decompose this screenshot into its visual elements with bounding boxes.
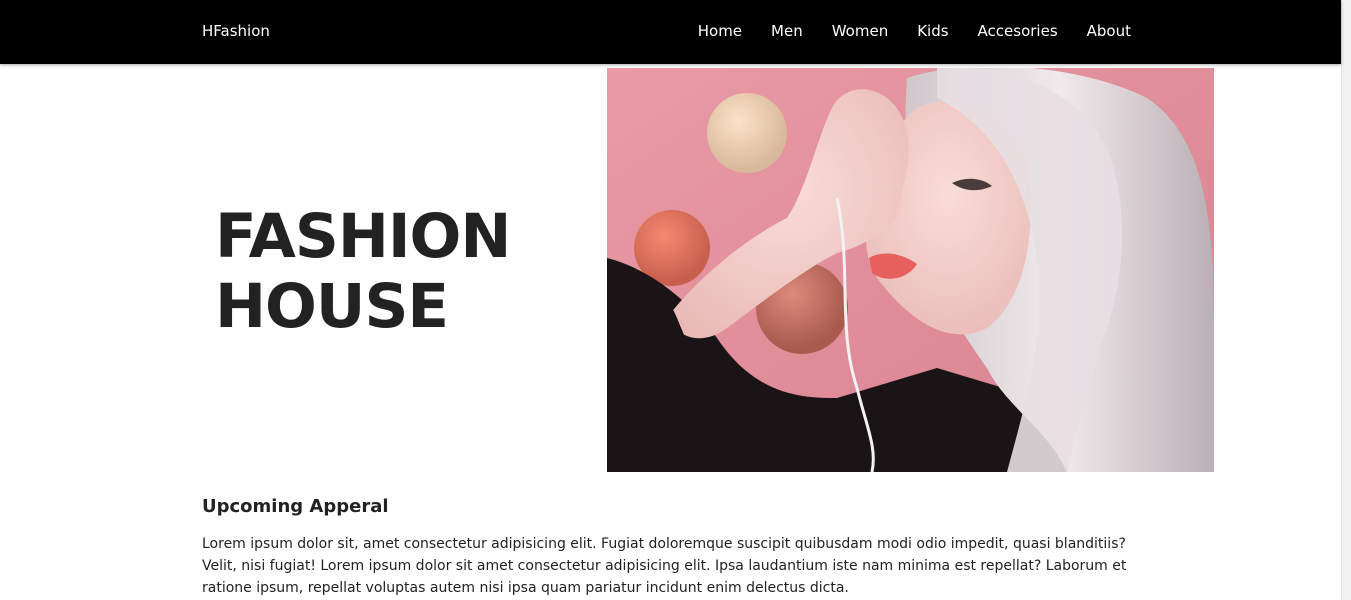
hero-title-line-1: FASHION: [215, 201, 511, 272]
nav-link-about[interactable]: About: [1087, 22, 1131, 40]
nav-link-kids[interactable]: Kids: [917, 22, 948, 40]
nav-links: Home Men Women Kids Accesories About: [698, 22, 1131, 40]
navbar: HFashion Home Men Women Kids Accesories …: [0, 0, 1341, 64]
nav-link-men[interactable]: Men: [771, 22, 803, 40]
hero-title-line-2: HOUSE: [215, 271, 449, 342]
section-body-text: Lorem ipsum dolor sit, amet consectetur …: [202, 536, 1127, 596]
brand-logo-link[interactable]: HFashion: [202, 22, 270, 40]
nav-link-accessories[interactable]: Accesories: [978, 22, 1058, 40]
nav-link-home[interactable]: Home: [698, 22, 742, 40]
scrollbar[interactable]: [1341, 0, 1351, 600]
section-heading: Upcoming Apperal: [202, 496, 389, 517]
nav-link-women[interactable]: Women: [832, 22, 888, 40]
hero-title: FASHION HOUSE: [215, 201, 511, 342]
hero-image: [607, 68, 1214, 472]
